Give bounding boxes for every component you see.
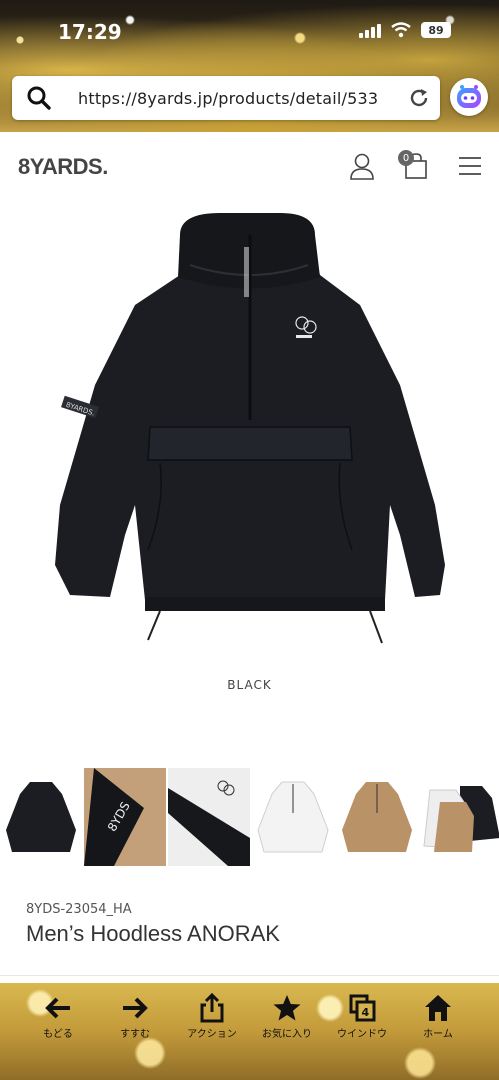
windows-label: ウインドウ (337, 1029, 387, 1040)
home-icon (425, 995, 451, 1021)
forward-label: すすむ (120, 1029, 150, 1040)
reload-icon[interactable] (408, 87, 430, 109)
thumbnail-beige-detail[interactable]: 8YDS (84, 768, 166, 866)
assistant-bot-button[interactable] (450, 78, 488, 116)
cart-count-badge: 0 (398, 150, 414, 166)
search-icon[interactable] (26, 85, 52, 111)
hamburger-menu-icon[interactable] (458, 156, 482, 176)
window-count: 4 (362, 1006, 370, 1019)
windows-button[interactable]: 4 ウインドウ (327, 993, 397, 1040)
robot-icon (457, 85, 481, 108)
star-icon (273, 995, 301, 1021)
cart-button[interactable]: 0 (398, 150, 430, 180)
product-main-image[interactable]: 8YARDS. (40, 205, 460, 665)
share-icon (200, 993, 224, 1023)
thumbnail-black-front[interactable] (0, 768, 82, 866)
forward-button[interactable]: すすむ (100, 993, 170, 1040)
favorites-button[interactable]: お気に入り (252, 993, 322, 1040)
back-button[interactable]: もどる (23, 993, 93, 1040)
wifi-icon (391, 22, 411, 38)
status-icons: 89 (359, 22, 451, 38)
account-icon[interactable] (349, 152, 375, 180)
arrow-right-icon (123, 997, 148, 1019)
battery-icon: 89 (421, 22, 451, 38)
product-title: Men’s Hoodless ANORAK (26, 921, 280, 946)
site-header: 8YARDS. 0 (0, 132, 499, 200)
divider (0, 975, 499, 976)
browser-bottom-toolbar: もどる すすむ アクション お気に入り 4 ウインドウ ホーム (0, 983, 499, 1080)
home-button[interactable]: ホーム (403, 993, 473, 1040)
thumbnail-strip: 8YDS (0, 768, 499, 866)
favorites-label: お気に入り (262, 1029, 312, 1040)
site-logo[interactable]: 8YARDS. (18, 154, 108, 180)
signal-icon (359, 22, 381, 38)
status-time: 17:29 (58, 20, 122, 44)
url-text[interactable]: https://8yards.jp/products/detail/533 (78, 89, 408, 108)
windows-icon: 4 (349, 994, 376, 1022)
address-bar[interactable]: https://8yards.jp/products/detail/533 (12, 76, 440, 120)
product-sku: 8YDS-23054_HA (26, 902, 132, 917)
thumbnail-multi-pair[interactable] (420, 768, 499, 866)
color-label: BLACK (227, 678, 272, 692)
action-button[interactable]: アクション (177, 993, 247, 1040)
back-label: もどる (43, 1029, 73, 1040)
thumbnail-white-detail[interactable] (168, 768, 250, 866)
thumbnail-white-front[interactable] (252, 768, 334, 866)
action-label: アクション (187, 1029, 237, 1040)
arrow-left-icon (45, 997, 70, 1019)
thumbnail-beige-front[interactable] (336, 768, 418, 866)
home-label: ホーム (423, 1029, 453, 1040)
